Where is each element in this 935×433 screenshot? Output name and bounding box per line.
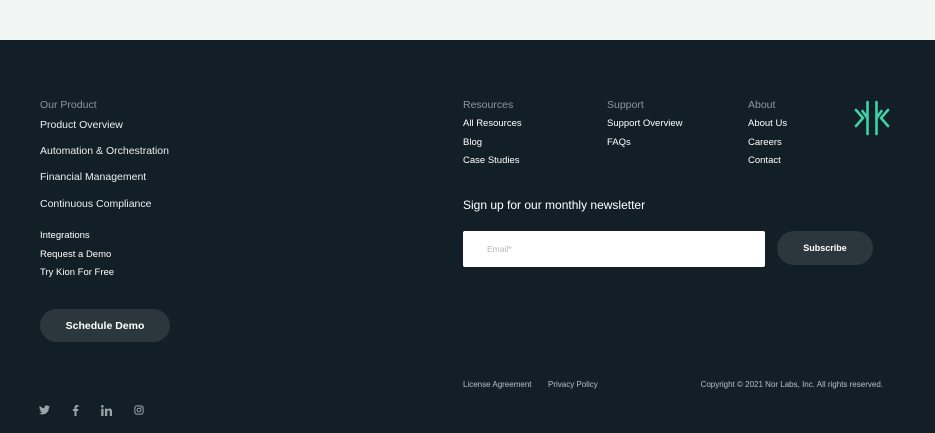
link-request-demo[interactable]: Request a Demo <box>40 249 111 260</box>
support-heading: Support <box>607 99 644 111</box>
link-privacy-policy[interactable]: Privacy Policy <box>548 380 598 390</box>
resources-heading: Resources <box>463 99 514 111</box>
link-faqs[interactable]: FAQs <box>607 137 631 148</box>
link-about-us[interactable]: About Us <box>748 118 787 129</box>
link-support-overview[interactable]: Support Overview <box>607 118 683 129</box>
about-heading: About <box>748 99 776 111</box>
newsletter-email-input[interactable] <box>463 231 765 267</box>
schedule-demo-button[interactable]: Schedule Demo <box>40 309 170 342</box>
link-automation-orchestration[interactable]: Automation & Orchestration <box>40 145 169 157</box>
link-license-agreement[interactable]: License Agreement <box>463 380 532 390</box>
link-integrations[interactable]: Integrations <box>40 230 90 241</box>
link-all-resources[interactable]: All Resources <box>463 118 522 129</box>
site-footer: Our Product Product Overview Automation … <box>0 40 935 433</box>
link-financial-management[interactable]: Financial Management <box>40 171 146 183</box>
link-contact[interactable]: Contact <box>748 155 781 166</box>
instagram-icon[interactable] <box>133 404 145 416</box>
linkedin-icon[interactable] <box>100 404 112 416</box>
copyright-text: Copyright © 2021 Nor Labs, Inc. All righ… <box>700 380 883 389</box>
link-blog[interactable]: Blog <box>463 137 482 148</box>
subscribe-button[interactable]: Subscribe <box>777 231 873 265</box>
facebook-icon[interactable] <box>69 404 81 416</box>
newsletter-title: Sign up for our monthly newsletter <box>463 198 646 212</box>
link-product-overview[interactable]: Product Overview <box>40 119 123 131</box>
top-page-strip <box>0 0 935 40</box>
link-case-studies[interactable]: Case Studies <box>463 155 520 166</box>
link-careers[interactable]: Careers <box>748 137 782 148</box>
kion-logo-icon[interactable] <box>853 99 891 137</box>
twitter-icon[interactable] <box>38 404 50 416</box>
our-product-heading: Our Product <box>40 99 97 111</box>
link-continuous-compliance[interactable]: Continuous Compliance <box>40 198 151 210</box>
link-try-kion-free[interactable]: Try Kion For Free <box>40 267 114 278</box>
